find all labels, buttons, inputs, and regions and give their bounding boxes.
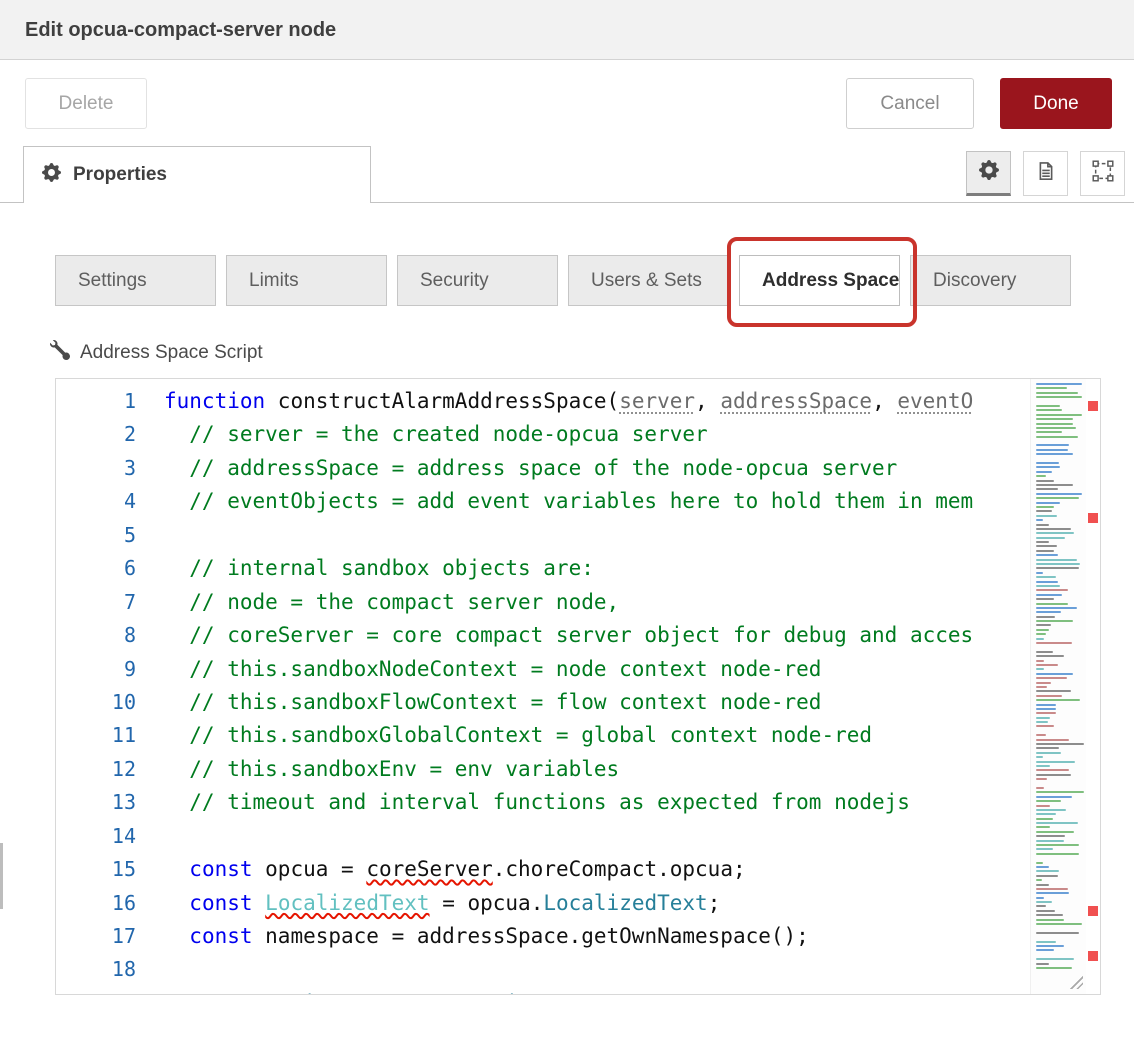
line-number: 7	[56, 586, 164, 619]
line-number: 2	[56, 418, 164, 451]
minimap[interactable]	[1030, 379, 1086, 994]
tab-properties-label: Properties	[73, 164, 167, 186]
line-number: 12	[56, 753, 164, 786]
code-line[interactable]: // node = the compact server node,	[164, 586, 1030, 619]
code-line[interactable]: const namespace = addressSpace.getOwnNam…	[164, 920, 1030, 953]
code-line[interactable]: const Variant = opcua.Variant;	[164, 987, 1030, 994]
code-lines[interactable]: function constructAlarmAddressSpace(serv…	[164, 379, 1030, 994]
done-button[interactable]: Done	[1000, 78, 1112, 129]
tab-discovery[interactable]: Discovery	[910, 255, 1071, 306]
line-number: 16	[56, 887, 164, 920]
gear-icon	[42, 163, 61, 187]
dialog-header: Edit opcua-compact-server node	[0, 0, 1134, 60]
gear-icon	[979, 160, 999, 185]
error-marker	[1088, 951, 1098, 961]
line-number: 8	[56, 619, 164, 652]
code-line[interactable]: // eventObjects = add event variables he…	[164, 485, 1030, 518]
line-number: 3	[56, 452, 164, 485]
code-line[interactable]: // server = the created node-opcua serve…	[164, 418, 1030, 451]
error-marker	[1088, 513, 1098, 523]
document-icon	[1036, 161, 1056, 186]
tab-users-sets[interactable]: Users & Sets	[568, 255, 729, 306]
appearance-icon	[1092, 160, 1114, 187]
tab-properties[interactable]: Properties	[23, 146, 371, 203]
error-marker	[1088, 906, 1098, 916]
line-number: 14	[56, 820, 164, 853]
minimap-content	[1036, 383, 1086, 969]
code-line[interactable]: // timeout and interval functions as exp…	[164, 786, 1030, 819]
line-number: 4	[56, 485, 164, 518]
code-line[interactable]	[164, 820, 1030, 853]
line-number: 6	[56, 552, 164, 585]
code-line[interactable]: // addressSpace = address space of the n…	[164, 452, 1030, 485]
editor-gutter: 12345678910111213141516171819	[56, 379, 164, 994]
code-line[interactable]	[164, 519, 1030, 552]
code-line[interactable]: // coreServer = core compact server obje…	[164, 619, 1030, 652]
line-number: 17	[56, 920, 164, 953]
code-line[interactable]	[164, 953, 1030, 986]
node-appearance-button[interactable]	[1080, 151, 1125, 196]
tab-security[interactable]: Security	[397, 255, 558, 306]
wrench-icon	[50, 340, 70, 365]
node-description-button[interactable]	[1023, 151, 1068, 196]
left-scrollbar[interactable]	[0, 843, 3, 909]
line-number: 19	[56, 987, 164, 995]
line-number: 13	[56, 786, 164, 819]
error-marker	[1088, 401, 1098, 411]
code-line[interactable]: // this.sandboxEnv = env variables	[164, 753, 1030, 786]
dialog-title: Edit opcua-compact-server node	[25, 19, 336, 42]
line-number: 1	[56, 385, 164, 418]
code-line[interactable]: const opcua = coreServer.choreCompact.op…	[164, 853, 1030, 886]
delete-button[interactable]: Delete	[25, 78, 147, 129]
line-number: 10	[56, 686, 164, 719]
line-number: 18	[56, 953, 164, 986]
form-tab-bar: Settings Limits Security Users & Sets Ad…	[55, 255, 1071, 306]
node-settings-button[interactable]	[966, 151, 1011, 196]
line-number: 11	[56, 719, 164, 752]
line-number: 9	[56, 653, 164, 686]
line-number: 15	[56, 853, 164, 886]
code-editor[interactable]: 12345678910111213141516171819 function c…	[55, 378, 1101, 995]
code-line[interactable]: const LocalizedText = opcua.LocalizedTex…	[164, 887, 1030, 920]
edit-node-dialog: Edit opcua-compact-server node Delete Ca…	[0, 0, 1134, 1054]
tab-address-space[interactable]: Address Space	[739, 255, 900, 306]
cancel-button[interactable]: Cancel	[846, 78, 974, 129]
tab-limits[interactable]: Limits	[226, 255, 387, 306]
section-label: Address Space Script	[80, 342, 263, 364]
code-line[interactable]: // this.sandboxNodeContext = node contex…	[164, 653, 1030, 686]
tab-settings[interactable]: Settings	[55, 255, 216, 306]
line-number: 5	[56, 519, 164, 552]
code-line[interactable]: // internal sandbox objects are:	[164, 552, 1030, 585]
code-line[interactable]: // this.sandboxFlowContext = flow contex…	[164, 686, 1030, 719]
section-header: Address Space Script	[50, 340, 263, 365]
code-line[interactable]: // this.sandboxGlobalContext = global co…	[164, 719, 1030, 752]
code-line[interactable]: function constructAlarmAddressSpace(serv…	[164, 385, 1030, 418]
overview-ruler	[1086, 379, 1100, 994]
